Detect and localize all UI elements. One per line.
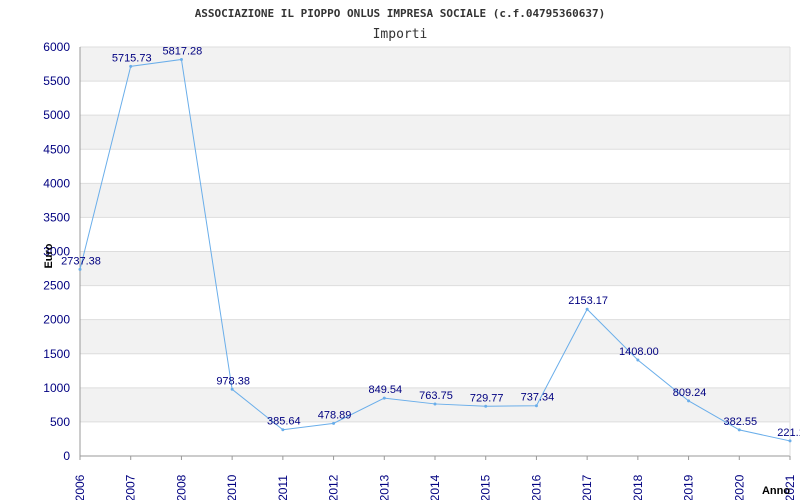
y-tick-label: 3500 bbox=[43, 210, 70, 224]
grid-band bbox=[80, 183, 790, 218]
y-tick-label: 0 bbox=[63, 449, 70, 463]
data-point bbox=[179, 57, 183, 61]
data-label: 1408.00 bbox=[619, 346, 659, 358]
x-tick-label: 2017 bbox=[580, 474, 594, 500]
y-tick-label: 5000 bbox=[43, 108, 70, 122]
grid-band bbox=[80, 285, 790, 320]
data-point bbox=[332, 421, 336, 425]
data-label: 478.89 bbox=[318, 409, 352, 421]
data-label: 5715.73 bbox=[112, 52, 152, 64]
y-tick-label: 500 bbox=[50, 415, 70, 429]
data-label: 849.54 bbox=[368, 384, 402, 396]
data-label: 385.64 bbox=[267, 416, 301, 428]
y-tick-label: 4000 bbox=[43, 176, 70, 190]
grid-band bbox=[80, 353, 790, 388]
y-axis-label: Euro bbox=[43, 243, 55, 268]
data-point bbox=[788, 439, 792, 443]
y-tick-label: 4500 bbox=[43, 142, 70, 156]
y-tick-label: 2500 bbox=[43, 279, 70, 293]
x-tick-label: 2018 bbox=[631, 474, 645, 500]
grid-band bbox=[80, 421, 790, 456]
data-point bbox=[737, 428, 741, 432]
data-point bbox=[636, 358, 640, 362]
x-tick-label: 2014 bbox=[428, 474, 442, 500]
x-tick-label: 2012 bbox=[327, 474, 341, 500]
data-label: 737.34 bbox=[521, 392, 555, 404]
x-tick-label: 2011 bbox=[276, 475, 290, 500]
grid-band bbox=[80, 251, 790, 286]
x-tick-label: 2007 bbox=[124, 474, 138, 500]
data-point bbox=[585, 307, 589, 311]
data-label: 809.24 bbox=[673, 387, 707, 399]
grid-band bbox=[80, 217, 790, 252]
x-tick-label: 2020 bbox=[732, 474, 746, 500]
x-axis-label: Anno bbox=[762, 485, 790, 497]
y-tick-label: 1000 bbox=[43, 381, 70, 395]
data-label: 2737.38 bbox=[61, 255, 101, 267]
y-tick-label: 2000 bbox=[43, 313, 70, 327]
y-tick-label: 5500 bbox=[43, 74, 70, 88]
data-point bbox=[129, 64, 133, 68]
x-tick-labels: 2006 2007 2008 2010 2011 2012 2013 2014 2015 2016… bbox=[73, 474, 797, 500]
grid-band bbox=[80, 319, 790, 354]
x-tick-label: 2016 bbox=[529, 474, 543, 500]
x-tick-label: 2015 bbox=[479, 474, 493, 500]
data-point bbox=[534, 404, 538, 408]
grid-band bbox=[80, 115, 790, 150]
x-tick-label: 2013 bbox=[377, 474, 391, 500]
data-label: 2153.17 bbox=[568, 295, 608, 307]
y-tick-label: 6000 bbox=[43, 40, 70, 54]
data-point bbox=[382, 396, 386, 400]
data-point bbox=[230, 387, 234, 391]
x-tick-label: 2008 bbox=[174, 474, 188, 500]
line-chart: 0500100015002000250030003500400045005000… bbox=[43, 7, 800, 500]
data-point bbox=[433, 402, 437, 406]
data-point bbox=[484, 404, 488, 408]
data-label: 221.1 bbox=[777, 427, 800, 439]
grid-band bbox=[80, 149, 790, 184]
data-label: 729.77 bbox=[470, 392, 504, 404]
data-point bbox=[281, 428, 285, 432]
x-tick-label: 2019 bbox=[682, 474, 696, 500]
data-point bbox=[78, 267, 82, 271]
data-label: 978.38 bbox=[216, 375, 250, 387]
data-label: 763.75 bbox=[419, 390, 453, 402]
data-label: 5817.28 bbox=[163, 45, 203, 57]
x-tick-label: 2010 bbox=[225, 474, 239, 500]
chart-title: ASSOCIAZIONE IL PIOPPO ONLUS IMPRESA SOC… bbox=[195, 7, 606, 20]
y-tick-label: 1500 bbox=[43, 347, 70, 361]
chart-subtitle: Importi bbox=[373, 27, 428, 42]
data-point bbox=[687, 399, 691, 403]
grid-band bbox=[80, 81, 790, 116]
data-label: 382.55 bbox=[723, 416, 757, 428]
x-tick-label: 2006 bbox=[73, 474, 87, 500]
